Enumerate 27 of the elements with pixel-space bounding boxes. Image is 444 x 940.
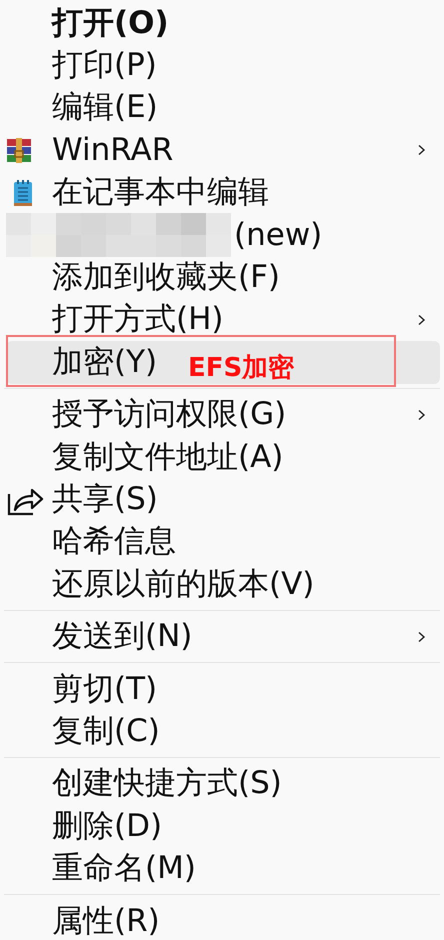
menu-item[interactable]: 复制文件地址(A) <box>6 436 440 478</box>
menu-item[interactable]: 删除(D) <box>6 805 440 848</box>
menu-item[interactable]: 在记事本中编辑 <box>6 172 440 214</box>
menu-item[interactable]: WinRAR <box>6 129 440 172</box>
menu-item[interactable]: 创建快捷方式(S) <box>6 762 440 806</box>
menu-item[interactable]: 打开(O) <box>6 2 440 44</box>
menu-item[interactable]: 打印(P) <box>6 44 440 87</box>
chevron-icon <box>417 408 426 421</box>
menu-item[interactable]: 哈希信息 <box>6 520 440 564</box>
menu-item[interactable]: 授予访问权限(G) <box>6 394 440 436</box>
annotation-label: EFS加密 <box>188 355 294 382</box>
menu-item[interactable]: 剪切(T) <box>6 668 440 710</box>
menu-item[interactable]: 打开方式(H) <box>6 298 440 342</box>
menu-item[interactable]: 属性(R) <box>6 900 440 940</box>
menu-item[interactable]: 还原以前的版本(V) <box>6 563 440 606</box>
books-icon <box>6 138 32 164</box>
chevron-icon <box>417 314 426 326</box>
menu-item[interactable]: 添加到收藏夹(F) <box>6 256 440 299</box>
chevron-icon <box>417 630 426 643</box>
menu-item[interactable]: (new) <box>6 214 440 256</box>
notepad-icon <box>12 178 34 207</box>
menu-item[interactable]: 复制(C) <box>6 710 440 753</box>
menu-item[interactable]: 发送到(N) <box>6 615 440 658</box>
menu-item[interactable]: 编辑(E) <box>6 86 440 130</box>
menu-item[interactable]: 共享(S) <box>6 478 440 521</box>
menu-item[interactable]: 重命名(M) <box>6 847 440 890</box>
chevron-icon <box>417 144 426 156</box>
